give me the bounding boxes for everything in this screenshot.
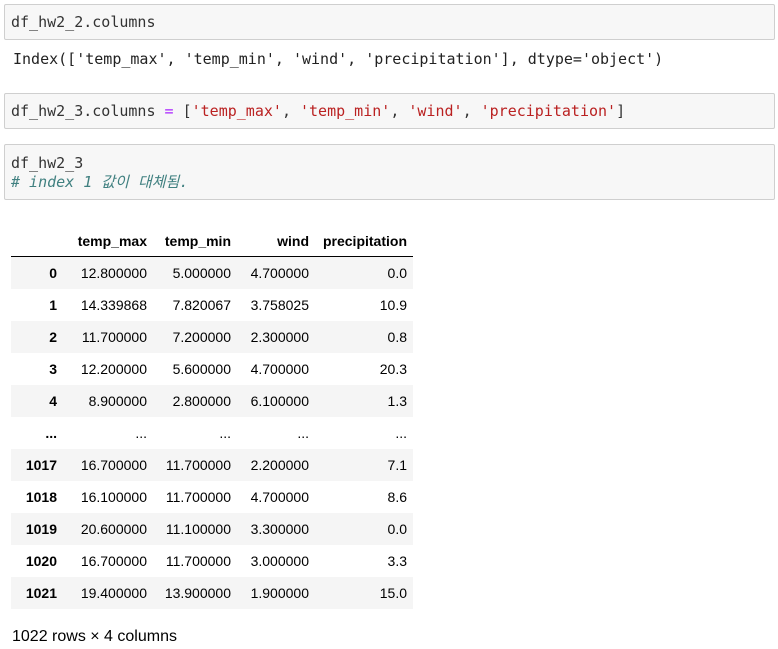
column-header: precipitation: [315, 226, 413, 257]
table-cell: 3.000000: [250, 553, 309, 569]
row-index: 3: [49, 361, 57, 377]
table-cell: 12.800000: [80, 265, 147, 281]
table-cell: 5.000000: [172, 265, 231, 281]
table-cell: 6.100000: [250, 393, 309, 409]
column-header: wind: [237, 226, 315, 257]
table-cell: 20.3: [379, 361, 407, 377]
table-cell: 11.700000: [165, 457, 231, 473]
index-header: [11, 226, 63, 257]
table-cell: 11.100000: [165, 521, 231, 537]
table-cell: 19.400000: [80, 585, 147, 601]
table-row: ...............: [11, 417, 413, 449]
code-token: ,: [462, 102, 481, 120]
row-index: 2: [49, 329, 57, 345]
table-row: 1018 16.100000 11.700000 4.700000 8.6: [11, 481, 413, 513]
table-cell: 4.700000: [250, 265, 309, 281]
code-token: df_hw2_3.columns: [11, 102, 165, 120]
table-row: 1017 16.700000 11.700000 2.200000 7.1: [11, 449, 413, 481]
table-row: 1020 16.700000 11.700000 3.000000 3.3: [11, 545, 413, 577]
table-cell: 20.600000: [80, 521, 147, 537]
code-token: [: [173, 102, 192, 120]
table-cell: 11.700000: [165, 489, 231, 505]
code-string: 'temp_min': [300, 102, 391, 120]
code-input[interactable]: df_hw2_2.columns: [5, 5, 774, 39]
table-cell: 12.200000: [80, 361, 147, 377]
table-row: 0 12.800000 5.000000 4.700000 0.0: [11, 256, 413, 289]
code-input[interactable]: df_hw2_3 # index 1 값이 대체됨.: [5, 145, 774, 192]
table-cell: ...: [297, 425, 309, 441]
table-cell: 0.0: [387, 521, 407, 537]
code-cell-2[interactable]: df_hw2_3.columns = ['temp_max', 'temp_mi…: [4, 93, 775, 129]
code-string: 'temp_max': [191, 102, 282, 120]
table-cell: 11.700000: [81, 329, 147, 345]
row-index: 1020: [25, 553, 57, 569]
table-cell: 0.0: [387, 265, 407, 281]
table-header-row: temp_max temp_min wind precipitation: [11, 226, 413, 257]
table-row: 1021 19.400000 13.900000 1.900000 15.0: [11, 577, 413, 609]
dataframe-shape: 1022 rows × 4 columns: [12, 628, 177, 645]
row-index: ...: [45, 425, 57, 441]
code-line: df_hw2_3: [11, 154, 84, 172]
row-index: 1019: [25, 521, 57, 537]
code-input[interactable]: df_hw2_3.columns = ['temp_max', 'temp_mi…: [5, 94, 774, 128]
table-cell: 5.600000: [172, 361, 231, 377]
row-index: 0: [49, 265, 57, 281]
table-cell: 8.6: [387, 489, 407, 505]
table-cell: 0.8: [387, 329, 407, 345]
table-cell: 2.200000: [250, 457, 309, 473]
table-cell: 10.9: [379, 297, 407, 313]
table-cell: 13.900000: [164, 585, 231, 601]
table-row: 1 14.339868 7.820067 3.758025 10.9: [11, 289, 413, 321]
table-row: 1019 20.600000 11.100000 3.300000 0.0: [11, 513, 413, 545]
code-cell-1[interactable]: df_hw2_2.columns: [4, 4, 775, 40]
table-cell: 16.700000: [80, 457, 147, 473]
dataframe-table: temp_max temp_min wind precipitation 0 12…: [11, 226, 413, 609]
table-cell: ...: [219, 425, 231, 441]
table-cell: 1.3: [387, 393, 407, 409]
table-row: 2 11.700000 7.200000 2.300000 0.8: [11, 321, 413, 353]
table-cell: 2.800000: [172, 393, 231, 409]
table-cell: ...: [135, 425, 147, 441]
code-operator: =: [164, 102, 174, 120]
code-token: ,: [390, 102, 409, 120]
table-cell: 7.820067: [172, 297, 231, 313]
table-cell: 4.700000: [250, 489, 309, 505]
code-token: ]: [616, 102, 626, 120]
table-cell: 3.3: [387, 553, 407, 569]
cell-1-output: Index(['temp_max', 'temp_min', 'wind', '…: [13, 50, 664, 68]
row-index: 4: [49, 393, 57, 409]
table-cell: 11.700000: [165, 553, 231, 569]
table-row: 3 12.200000 5.600000 4.700000 20.3: [11, 353, 413, 385]
row-index: 1018: [25, 489, 57, 505]
code-cell-3[interactable]: df_hw2_3 # index 1 값이 대체됨.: [4, 144, 775, 200]
table-cell: 3.300000: [250, 521, 309, 537]
code-string: 'wind': [408, 102, 463, 120]
row-index: 1: [49, 297, 57, 313]
row-index: 1021: [25, 585, 57, 601]
table-cell: 1.900000: [250, 585, 309, 601]
table-cell: 4.700000: [250, 361, 309, 377]
code-comment: # index 1 값이 대체됨.: [11, 173, 189, 191]
code-string: 'precipitation': [480, 102, 617, 120]
table-row: 4 8.900000 2.800000 6.100000 1.3: [11, 385, 413, 417]
table-cell: 15.0: [379, 585, 407, 601]
column-header: temp_max: [63, 226, 153, 257]
table-cell: 14.339868: [80, 297, 147, 313]
table-cell: 16.100000: [80, 489, 147, 505]
table-cell: 8.900000: [88, 393, 147, 409]
table-cell: 7.200000: [172, 329, 231, 345]
table-cell: 7.1: [387, 457, 407, 473]
table-cell: 16.700000: [80, 553, 147, 569]
column-header: temp_min: [153, 226, 237, 257]
table-cell: 3.758025: [250, 297, 309, 313]
code-token: ,: [281, 102, 300, 120]
table-cell: ...: [395, 425, 407, 441]
row-index: 1017: [25, 457, 57, 473]
table-cell: 2.300000: [250, 329, 309, 345]
